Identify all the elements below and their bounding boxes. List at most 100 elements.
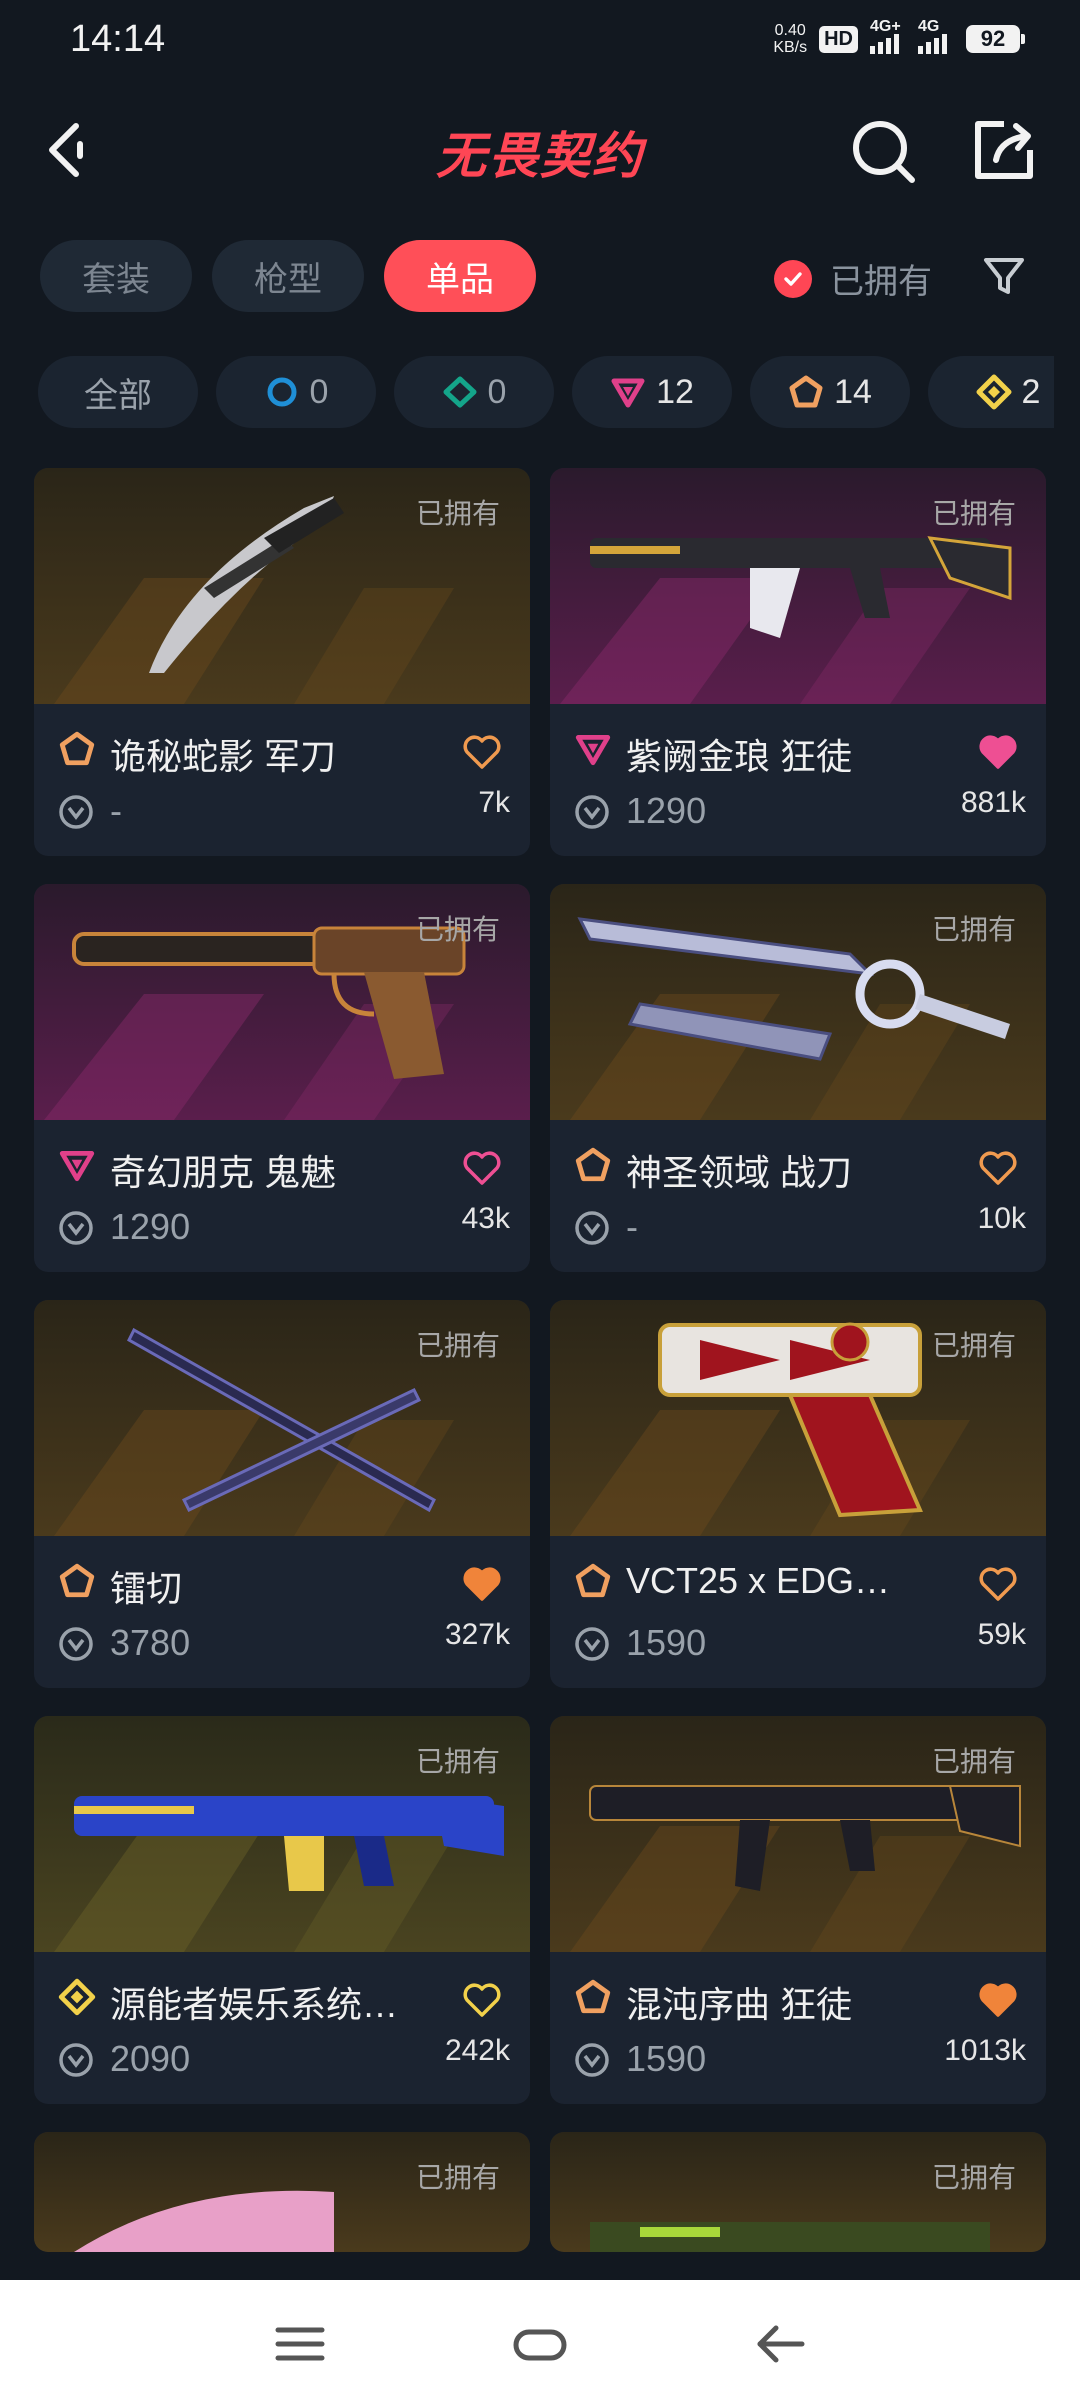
rarity-chip-deluxe[interactable]: 0 xyxy=(394,356,554,428)
signal-icon-2: 4G xyxy=(918,18,954,54)
rarity-chip-premium[interactable]: 12 xyxy=(572,356,732,428)
exclusive-tier-icon xyxy=(59,1563,95,1598)
share-icon xyxy=(975,121,1033,179)
heart-outline-icon[interactable] xyxy=(978,1150,1018,1186)
filter-button[interactable] xyxy=(980,252,1028,300)
item-name: 混沌序曲 狂徒 xyxy=(626,1984,853,2025)
app-header: 无畏契约 xyxy=(0,100,1080,200)
owned-label: 已拥有 xyxy=(415,2162,500,2193)
premium-tier-icon xyxy=(575,735,611,766)
heart-filled-icon[interactable] xyxy=(978,734,1018,770)
valorant-points-icon xyxy=(575,1211,609,1245)
like-count: 10k xyxy=(977,1202,1026,1235)
like-count: 43k xyxy=(461,1202,510,1235)
owned-label: 已拥有 xyxy=(931,1330,1016,1361)
valorant-points-icon xyxy=(575,2043,609,2077)
valorant-points-icon xyxy=(575,1627,609,1661)
item-price: - xyxy=(626,1206,638,1247)
item-name: 奇幻朋克 鬼魅 xyxy=(110,1152,337,1193)
exclusive-tier-icon xyxy=(575,1147,611,1182)
owned-label: 已拥有 xyxy=(415,498,500,529)
signal-icon: 4G+ xyxy=(870,18,906,54)
status-bar: 14:14 0.40 KB/s HD 4G+ 4G 92 xyxy=(0,0,1080,86)
search-icon xyxy=(853,121,915,183)
search-button[interactable] xyxy=(848,114,920,186)
tab-single-items[interactable]: 单品 xyxy=(384,240,536,312)
like-count: 242k xyxy=(444,2034,510,2067)
hd-icon: HD xyxy=(819,25,858,53)
rarity-chip-all[interactable]: 全部 xyxy=(38,356,198,428)
rarity-chip-select[interactable]: 0 xyxy=(216,356,376,428)
item-price: 1290 xyxy=(626,790,707,831)
item-card[interactable]: 已拥有 诡秘蛇影 军刀 - 7k xyxy=(34,468,530,856)
item-name: VCT25 x EDG… xyxy=(626,1560,891,1601)
valorant-points-icon xyxy=(59,1627,93,1661)
owned-label: 已拥有 xyxy=(415,914,500,945)
exclusive-tier-icon xyxy=(575,1563,611,1598)
system-nav-bar xyxy=(0,2280,1080,2408)
tab-weapon-type[interactable]: 枪型 xyxy=(212,240,364,312)
menu-icon[interactable] xyxy=(270,2314,330,2374)
premium-tier-icon xyxy=(59,1151,95,1182)
owned-label: 已拥有 xyxy=(931,2162,1016,2193)
home-icon[interactable] xyxy=(510,2314,570,2374)
rarity-chip-exclusive[interactable]: 14 xyxy=(750,356,910,428)
back-icon[interactable] xyxy=(750,2314,810,2374)
item-price: 1590 xyxy=(626,2038,707,2079)
status-icons: 0.40 KB/s HD 4G+ 4G 92 xyxy=(773,18,1025,56)
heart-filled-icon[interactable] xyxy=(978,1982,1018,2018)
item-card[interactable]: 已拥有 xyxy=(550,2132,1046,2252)
heart-outline-icon[interactable] xyxy=(978,1566,1018,1602)
like-count: 327k xyxy=(444,1618,510,1651)
item-card[interactable]: 已拥有 神圣领域 战刀 - 10k xyxy=(550,884,1046,1272)
heart-outline-icon[interactable] xyxy=(462,1150,502,1186)
heart-outline-icon[interactable] xyxy=(462,734,502,770)
network-speed: 0.40 KB/s xyxy=(773,22,808,56)
owned-label: 已拥有 xyxy=(931,1746,1016,1777)
item-card[interactable]: 已拥有 xyxy=(34,2132,530,2252)
exclusive-tier-icon xyxy=(59,731,95,766)
item-card[interactable]: 已拥有 奇幻朋克 鬼魅 1290 43k xyxy=(34,884,530,1272)
owned-filter-label: 已拥有 xyxy=(830,263,932,301)
ultra-tier-icon xyxy=(58,1978,96,2016)
item-name: 源能者娱乐系统… xyxy=(110,1984,399,2025)
like-count: 1013k xyxy=(944,2034,1026,2067)
item-card[interactable]: 已拥有 镭切 3780 327k xyxy=(34,1300,530,1688)
heart-filled-icon[interactable] xyxy=(462,1566,502,1602)
heart-outline-icon[interactable] xyxy=(462,1982,502,2018)
item-card[interactable]: 已拥有 源能者娱乐系统… 2090 242k xyxy=(34,1716,530,2104)
premium-tier-icon xyxy=(611,378,645,408)
item-price: 1590 xyxy=(626,1622,707,1663)
item-card[interactable]: 已拥有 VCT25 x EDG… 1590 59k xyxy=(550,1300,1046,1688)
tab-bundles[interactable]: 套装 xyxy=(40,240,192,312)
item-name: 神圣领域 战刀 xyxy=(626,1152,853,1193)
item-price: 1290 xyxy=(110,1206,191,1247)
item-name: 紫阙金琅 狂徒 xyxy=(626,736,853,777)
owned-label: 已拥有 xyxy=(931,498,1016,529)
exclusive-tier-icon xyxy=(789,375,823,408)
owned-label: 已拥有 xyxy=(931,914,1016,945)
item-price: 2090 xyxy=(110,2038,191,2079)
owned-label: 已拥有 xyxy=(415,1746,500,1777)
valorant-points-icon xyxy=(59,2043,93,2077)
category-tabs: 套装 枪型 单品 xyxy=(40,240,536,312)
item-name: 诡秘蛇影 军刀 xyxy=(110,736,337,777)
item-name: 镭切 xyxy=(110,1568,183,1609)
battery-icon: 92 xyxy=(966,25,1025,53)
like-count: 881k xyxy=(960,786,1026,819)
owned-filter-toggle[interactable]: 已拥有 xyxy=(774,254,932,303)
item-card[interactable]: 已拥有 紫阙金琅 狂徒 1290 881k xyxy=(550,468,1046,856)
item-card[interactable]: 已拥有 混沌序曲 狂徒 1590 1013k xyxy=(550,1716,1046,2104)
valorant-points-icon xyxy=(59,1211,93,1245)
share-button[interactable] xyxy=(968,114,1040,186)
like-count: 7k xyxy=(478,786,510,819)
funnel-icon xyxy=(984,258,1024,294)
rarity-filter-row: 全部 0 0 12 14 2 xyxy=(0,356,1054,428)
select-tier-icon xyxy=(267,377,297,407)
rarity-chip-ultra[interactable]: 2 xyxy=(928,356,1054,428)
valorant-points-icon xyxy=(575,795,609,829)
item-price: - xyxy=(110,790,122,831)
valorant-points-icon xyxy=(59,795,93,829)
owned-label: 已拥有 xyxy=(415,1330,500,1361)
deluxe-tier-icon xyxy=(443,376,477,408)
